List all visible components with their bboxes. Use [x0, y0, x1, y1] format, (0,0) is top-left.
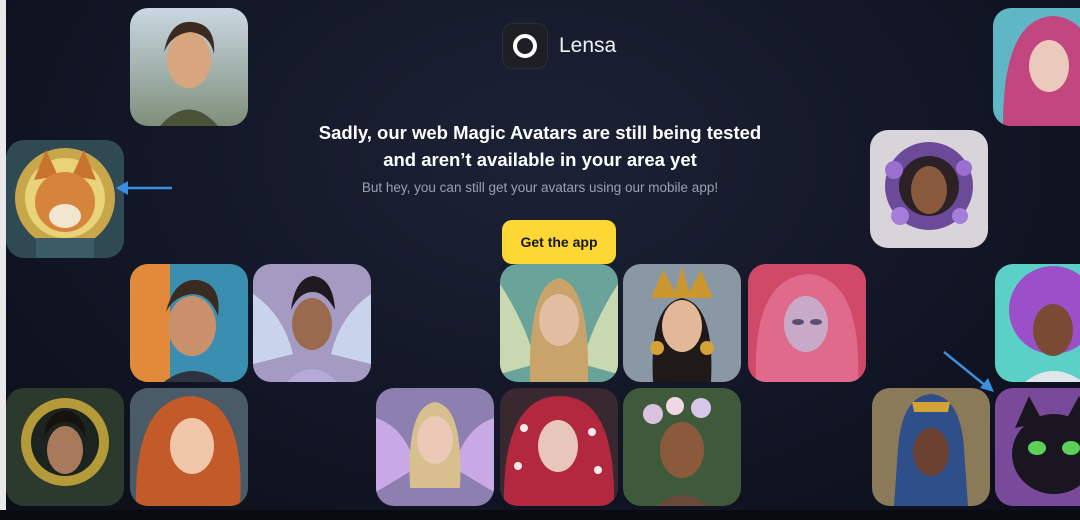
avatar-flower-crown-woman — [623, 388, 741, 506]
annotation-arrow-right — [943, 351, 994, 392]
avatar-pink-hair-woman — [993, 8, 1080, 126]
avatar-fairy-blonde — [500, 264, 618, 382]
app-header: Lensa — [502, 23, 616, 69]
app-name: Lensa — [559, 34, 617, 57]
unavailable-headline: Sadly, our web Magic Avatars are still b… — [318, 122, 762, 170]
avatar-flower-helmet-woman — [870, 130, 988, 248]
lensa-logo-icon — [502, 23, 548, 69]
avatar-shiba-astronaut — [6, 140, 124, 258]
avatar-golden-crown-woman — [623, 264, 741, 382]
avatar-warrior-man — [130, 8, 248, 126]
avatar-pharaoh-man — [872, 388, 990, 506]
get-the-app-button[interactable]: Get the app — [502, 220, 616, 264]
avatar-black-cat — [995, 388, 1080, 506]
avatar-chrome-face-woman — [748, 264, 866, 382]
window-bottom-edge — [0, 510, 1080, 520]
avatar-butterfly-wings-woman — [376, 388, 494, 506]
avatar-young-man — [130, 264, 248, 382]
mobile-app-subtext: But hey, you can still get your avatars … — [361, 180, 719, 195]
avatar-purple-afro-woman — [995, 264, 1080, 382]
avatar-fairy-woman — [253, 264, 371, 382]
avatar-golden-halo-woman — [6, 388, 124, 506]
avatar-pearl-redhead — [500, 388, 618, 506]
annotation-arrow-left — [116, 181, 172, 195]
avatar-redhead-woman — [130, 388, 248, 506]
